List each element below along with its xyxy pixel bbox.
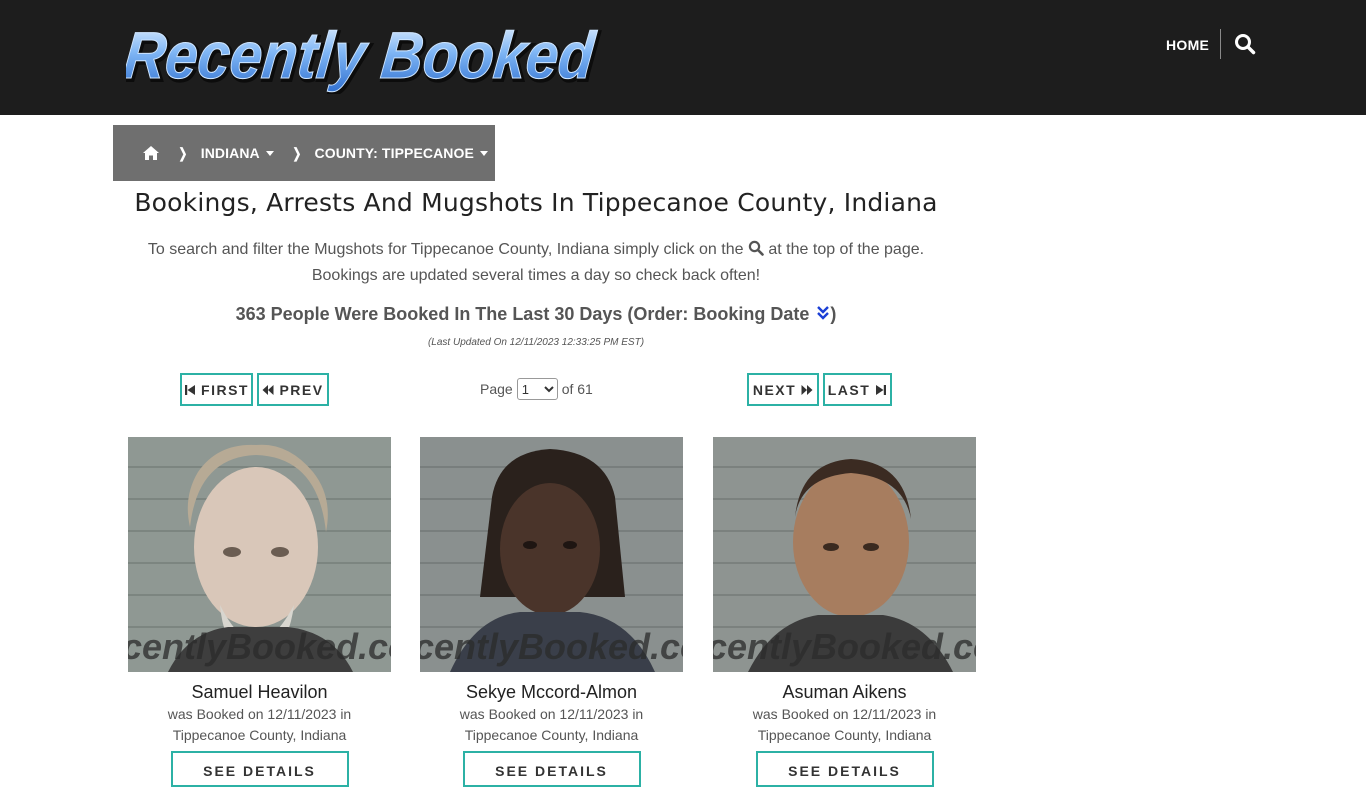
page-total: of 61 bbox=[561, 381, 593, 397]
booking-card: RecentlyBooked.com Asuman Aikens was Boo… bbox=[713, 437, 976, 787]
step-forward-icon bbox=[876, 384, 887, 395]
last-page-button[interactable]: LAST bbox=[823, 373, 892, 406]
mugshot-image[interactable]: RecentlyBooked.com bbox=[713, 437, 976, 672]
site-logo[interactable]: Recently Booked Recently Booked bbox=[126, 18, 616, 94]
breadcrumb-state-dropdown[interactable]: INDIANA bbox=[201, 145, 274, 161]
svg-text:RecentlyBooked.com: RecentlyBooked.com bbox=[128, 626, 391, 667]
last-page-label: LAST bbox=[827, 381, 871, 398]
mugshot-image[interactable]: RecentlyBooked.com bbox=[420, 437, 683, 672]
caret-down-icon bbox=[265, 150, 274, 156]
booking-count-text: 363 People Were Booked In The Last 30 Da… bbox=[235, 304, 810, 324]
page-title: Bookings, Arrests And Mugshots In Tippec… bbox=[134, 188, 938, 217]
booking-line1: was Booked on 12/11/2023 in bbox=[752, 706, 937, 722]
nav-home-link[interactable]: HOME bbox=[1166, 37, 1209, 53]
breadcrumb-county-dropdown[interactable]: COUNTY: TIPPECANOE bbox=[315, 145, 488, 161]
see-details-button[interactable]: SEE DETAILS bbox=[755, 751, 934, 787]
page-selector: Page 1 of 61 bbox=[480, 377, 593, 401]
site-header: Recently Booked Recently Booked HOME bbox=[0, 0, 1366, 115]
page-label: Page bbox=[480, 381, 513, 397]
sort-order-icon[interactable] bbox=[816, 305, 830, 321]
chevron-right-icon: ❯ bbox=[178, 144, 188, 161]
step-backward-icon bbox=[185, 384, 196, 395]
person-name[interactable]: Asuman Aikens bbox=[713, 682, 976, 703]
mugshot-image[interactable]: RecentlyBooked.com bbox=[128, 437, 391, 672]
person-name[interactable]: Sekye Mccord-Almon bbox=[420, 682, 683, 703]
person-name[interactable]: Samuel Heavilon bbox=[128, 682, 391, 703]
next-page-button[interactable]: NEXT bbox=[747, 373, 819, 406]
intro-text: To search and filter the Mugshots for Ti… bbox=[113, 237, 959, 289]
nav-divider bbox=[1220, 29, 1221, 59]
booking-line1: was Booked on 12/11/2023 in bbox=[459, 706, 644, 722]
next-page-label: NEXT bbox=[752, 381, 797, 398]
intro-part1: To search and filter the Mugshots for Ti… bbox=[147, 241, 744, 258]
forward-icon bbox=[801, 384, 813, 395]
breadcrumb-state-label: INDIANA bbox=[200, 145, 260, 161]
first-page-label: FIRST bbox=[201, 381, 249, 398]
booking-card: RecentlyBooked.com Sekye Mccord-Almon wa… bbox=[420, 437, 683, 787]
see-details-button[interactable]: SEE DETAILS bbox=[170, 751, 349, 787]
see-details-button[interactable]: SEE DETAILS bbox=[462, 751, 641, 787]
breadcrumb: ❯ INDIANA ❯ COUNTY: TIPPECANOE bbox=[113, 125, 495, 181]
booking-line2: Tippecanoe County, Indiana bbox=[757, 727, 932, 743]
booking-count: 363 People Were Booked In The Last 30 Da… bbox=[113, 304, 959, 325]
search-icon bbox=[748, 239, 764, 256]
intro-line2: Bookings are updated several times a day… bbox=[311, 267, 761, 284]
breadcrumb-county-label: COUNTY: TIPPECANOE bbox=[314, 145, 474, 161]
intro-part2: at the top of the page. bbox=[768, 241, 925, 258]
page-select[interactable]: 1 bbox=[516, 378, 558, 400]
booking-line2: Tippecanoe County, Indiana bbox=[172, 727, 347, 743]
first-page-button[interactable]: FIRST bbox=[180, 373, 253, 406]
booking-line1: was Booked on 12/11/2023 in bbox=[167, 706, 352, 722]
svg-text:RecentlyBooked.com: RecentlyBooked.com bbox=[420, 626, 683, 667]
svg-text:RecentlyBooked.com: RecentlyBooked.com bbox=[713, 626, 976, 667]
prev-page-label: PREV bbox=[279, 381, 324, 398]
booking-line2: Tippecanoe County, Indiana bbox=[464, 727, 639, 743]
home-icon[interactable] bbox=[142, 145, 160, 161]
booking-card: RecentlyBooked.com Samuel Heavilon was B… bbox=[128, 437, 391, 787]
svg-text:Recently Booked: Recently Booked bbox=[126, 19, 599, 93]
backward-icon bbox=[262, 384, 274, 395]
last-updated: (Last Updated On 12/11/2023 12:33:25 PM … bbox=[427, 337, 645, 348]
caret-down-icon bbox=[479, 150, 488, 156]
search-icon[interactable] bbox=[1234, 33, 1256, 55]
prev-page-button[interactable]: PREV bbox=[257, 373, 329, 406]
chevron-right-icon: ❯ bbox=[292, 144, 302, 161]
booking-count-close: ) bbox=[830, 304, 837, 324]
